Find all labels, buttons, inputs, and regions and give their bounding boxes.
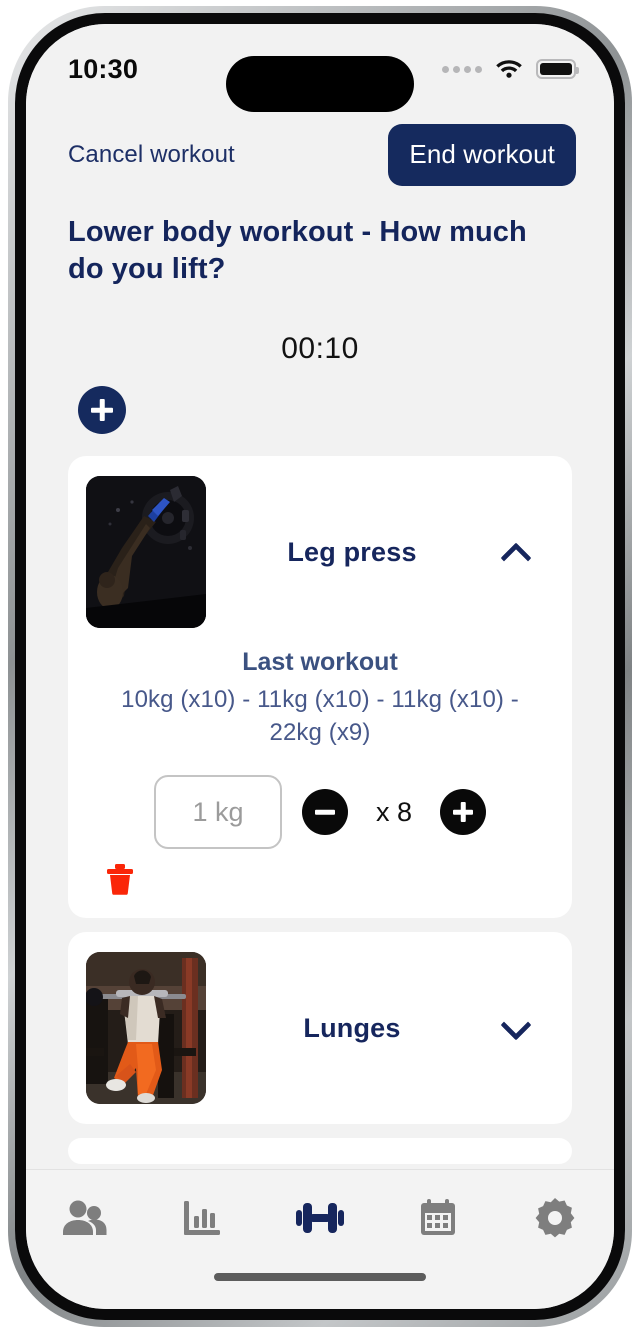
exercise-name: Lunges (303, 1012, 401, 1043)
tab-people[interactable] (26, 1170, 144, 1265)
phone-screen: 10:30 Cancel workout End workout Lower b… (26, 24, 614, 1309)
phone-frame: 10:30 Cancel workout End workout Lower b… (8, 6, 632, 1327)
wifi-icon (494, 56, 524, 83)
exercise-card-header[interactable]: Lunges (68, 932, 572, 1124)
add-exercise-button[interactable] (78, 386, 126, 435)
chart-icon (181, 1197, 223, 1239)
last-workout-sets: 10kg (x10) - 11kg (x10) - 11kg (x10) - 2… (121, 686, 519, 747)
increment-reps-button[interactable] (440, 789, 486, 836)
cancel-workout-button[interactable]: Cancel workout (68, 141, 235, 169)
phone-bezel: 10:30 Cancel workout End workout Lower b… (15, 13, 625, 1320)
workout-timer: 00:10 (26, 288, 614, 367)
leg-press-photo (86, 476, 206, 629)
add-exercise-row (26, 366, 614, 435)
end-workout-button[interactable]: End workout (388, 124, 576, 186)
exercise-card-next-peek[interactable] (68, 1138, 572, 1165)
battery-full-icon (536, 59, 579, 79)
status-bar: 10:30 (26, 24, 614, 112)
tab-workout[interactable] (261, 1170, 379, 1265)
decrement-reps-button[interactable] (302, 789, 348, 836)
lunges-photo (86, 952, 206, 1105)
people-icon (62, 1199, 108, 1237)
page-title: Lower body workout - How much do you lif… (26, 186, 614, 289)
cellular-dots-icon (442, 65, 482, 73)
exercise-card-lunges: Lunges (68, 932, 572, 1125)
tab-calendar[interactable] (379, 1170, 497, 1265)
app-header: Cancel workout End workout (26, 108, 614, 186)
chevron-up-icon[interactable] (498, 532, 538, 574)
bottom-tab-bar (26, 1169, 614, 1265)
chevron-down-icon[interactable] (498, 1008, 538, 1048)
trash-icon[interactable] (106, 863, 134, 896)
dumbbell-icon (294, 1198, 346, 1238)
status-icons (442, 56, 579, 83)
last-workout-label: Last workout (242, 648, 398, 677)
home-indicator[interactable] (214, 1273, 426, 1281)
set-entry-row: x 8 (92, 749, 548, 850)
tab-settings[interactable] (496, 1170, 614, 1265)
weight-input[interactable] (154, 775, 282, 850)
reps-count: x 8 (375, 796, 413, 827)
delete-set-row (92, 849, 548, 900)
tab-stats[interactable] (144, 1170, 262, 1265)
exercise-list[interactable]: Leg press Last workout 10kg (x10) - 11kg… (26, 434, 614, 1169)
gear-icon (534, 1197, 576, 1239)
dynamic-island (226, 56, 414, 112)
home-indicator-area (26, 1265, 614, 1309)
exercise-card-leg-press: Leg press Last workout 10kg (x10) - 11kg… (68, 456, 572, 919)
status-time: 10:30 (68, 53, 139, 84)
exercise-card-body: Last workout 10kg (x10) - 11kg (x10) - 1… (68, 648, 572, 918)
screenshot-stage: 10:30 Cancel workout End workout Lower b… (0, 0, 640, 1333)
exercise-name: Leg press (287, 536, 417, 567)
exercise-card-header[interactable]: Leg press (68, 456, 572, 648)
calendar-icon (417, 1197, 459, 1239)
